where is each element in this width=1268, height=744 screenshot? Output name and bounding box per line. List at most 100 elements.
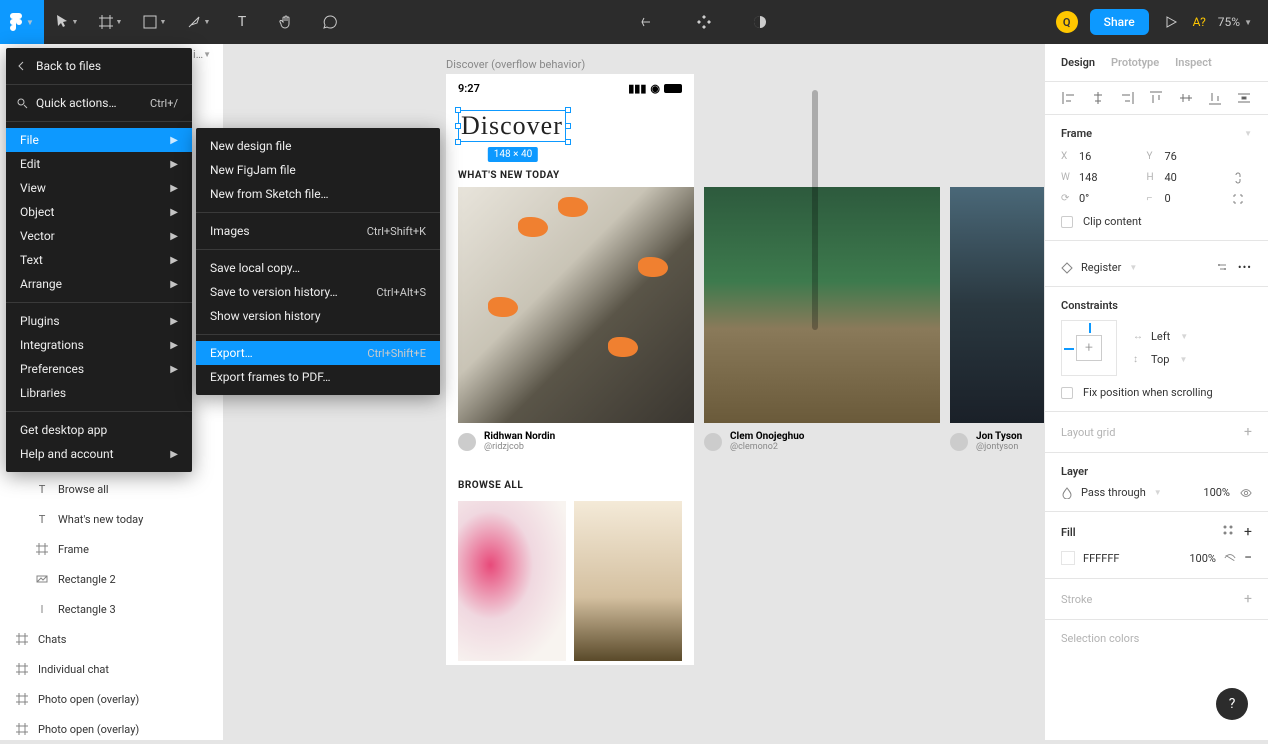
constraints-widget[interactable]: + (1061, 320, 1117, 376)
align-right-icon[interactable] (1119, 90, 1135, 106)
y-input[interactable]: Y76 (1147, 150, 1221, 163)
add-icon[interactable]: + (1244, 424, 1252, 440)
menu-help[interactable]: Help and account▶ (6, 442, 192, 466)
radius-input[interactable]: ⌐0 (1147, 192, 1221, 205)
menu-view[interactable]: View▶ (6, 176, 192, 200)
x-input[interactable]: X16 (1061, 150, 1135, 163)
grid-image[interactable] (574, 501, 682, 661)
card-2[interactable]: Clem Onojeghuo @clemono2 (704, 187, 940, 452)
menu-desktop-app[interactable]: Get desktop app (6, 418, 192, 442)
menu-vector[interactable]: Vector▶ (6, 224, 192, 248)
artboard-discover[interactable]: 9:27 ▮▮▮ ◉ Discover 148 × 40 WHAT'S NEW … (446, 74, 694, 665)
align-bottom-icon[interactable] (1207, 90, 1223, 106)
tab-prototype[interactable]: Prototype (1111, 56, 1159, 69)
eye-icon[interactable] (1240, 487, 1252, 499)
menu-libraries[interactable]: Libraries (6, 381, 192, 405)
layer-individual-chat[interactable]: Individual chat (0, 654, 223, 684)
a-badge[interactable]: A? (1193, 15, 1206, 29)
card-1[interactable]: Ridhwan Nordin @ridzjcob (458, 187, 694, 452)
remove-icon[interactable]: − (1244, 550, 1252, 566)
blend-mode-select[interactable]: Pass through ▼ (1061, 486, 1162, 499)
distribute-icon[interactable] (1236, 90, 1252, 106)
selection-handle[interactable] (455, 139, 461, 145)
layout-grid-title[interactable]: Layout grid (1061, 426, 1115, 439)
undo-icon[interactable] (626, 0, 670, 44)
rotation-input[interactable]: ⟳0° (1061, 192, 1135, 205)
help-button[interactable]: ? (1216, 688, 1248, 720)
layer-whats-new[interactable]: TWhat's new today (0, 504, 223, 534)
selection-handle[interactable] (565, 123, 571, 129)
move-tool[interactable]: ▼ (44, 0, 88, 44)
menu-quick-actions[interactable]: Quick actions…Ctrl+/ (6, 91, 192, 115)
layer-chats[interactable]: Chats (0, 624, 223, 654)
figma-menu-button[interactable]: ▼ (0, 0, 44, 44)
tab-design[interactable]: Design (1061, 56, 1095, 69)
layer-rect2[interactable]: Rectangle 2 (0, 564, 223, 594)
align-left-icon[interactable] (1061, 90, 1077, 106)
pen-tool[interactable]: ▼ (176, 0, 220, 44)
selection-handle[interactable] (455, 107, 461, 113)
menu-integrations[interactable]: Integrations▶ (6, 333, 192, 357)
shape-tool[interactable]: ▼ (132, 0, 176, 44)
align-vcenter-icon[interactable] (1178, 90, 1194, 106)
menu-edit[interactable]: Edit▶ (6, 152, 192, 176)
fill-hex[interactable]: FFFFFF (1083, 552, 1119, 565)
v-constraint-select[interactable]: ↕Top ▼ (1133, 353, 1188, 366)
comment-tool[interactable] (308, 0, 352, 44)
menu-save-history[interactable]: Save to version history…Ctrl+Alt+S (196, 280, 440, 304)
menu-export-pdf[interactable]: Export frames to PDF… (196, 365, 440, 389)
menu-file[interactable]: File▶ (6, 128, 192, 152)
menu-object[interactable]: Object▶ (6, 200, 192, 224)
selection-handle[interactable] (565, 139, 571, 145)
menu-plugins[interactable]: Plugins▶ (6, 309, 192, 333)
menu-images[interactable]: ImagesCtrl+Shift+K (196, 219, 440, 243)
corners-icon[interactable] (1232, 193, 1244, 205)
menu-arrange[interactable]: Arrange▶ (6, 272, 192, 296)
tab-inspect[interactable]: Inspect (1175, 56, 1212, 69)
selection-handle[interactable] (455, 123, 461, 129)
fill-swatch[interactable] (1061, 551, 1075, 565)
w-input[interactable]: W148 (1061, 171, 1135, 184)
menu-back-to-files[interactable]: Back to files (6, 54, 192, 78)
link-icon[interactable] (1232, 172, 1244, 184)
menu-new-sketch[interactable]: New from Sketch file… (196, 182, 440, 206)
layer-rect3[interactable]: Rectangle 3 (0, 594, 223, 624)
menu-text[interactable]: Text▶ (6, 248, 192, 272)
menu-save-local[interactable]: Save local copy… (196, 256, 440, 280)
selection-handle[interactable] (565, 107, 571, 113)
menu-new-design[interactable]: New design file (196, 134, 440, 158)
present-button[interactable] (1161, 0, 1181, 44)
h-constraint-select[interactable]: ↔Left ▼ (1133, 330, 1188, 343)
components-icon[interactable] (682, 0, 726, 44)
stroke-title[interactable]: Stroke (1061, 593, 1092, 606)
add-icon[interactable]: + (1244, 591, 1252, 607)
mask-icon[interactable] (738, 0, 782, 44)
frame-tool[interactable]: ▼ (88, 0, 132, 44)
menu-export[interactable]: Export…Ctrl+Shift+E (196, 341, 440, 365)
frame-section-title[interactable]: Frame ▼ (1061, 127, 1252, 140)
frame-label[interactable]: Discover (overflow behavior) (446, 58, 585, 71)
scroll-indicator[interactable] (812, 90, 818, 330)
hand-tool[interactable] (264, 0, 308, 44)
user-avatar[interactable]: Q (1056, 11, 1078, 33)
layer-photo-open-1[interactable]: Photo open (overlay) (0, 684, 223, 714)
menu-preferences[interactable]: Preferences▶ (6, 357, 192, 381)
zoom-dropdown[interactable]: 75%▼ (1218, 15, 1252, 29)
share-button[interactable]: Share (1090, 9, 1149, 35)
menu-new-figjam[interactable]: New FigJam file (196, 158, 440, 182)
clip-content-check[interactable]: Clip content (1061, 215, 1252, 228)
layer-browse-all[interactable]: TBrowse all (0, 474, 223, 504)
more-icon[interactable]: ••• (1238, 261, 1252, 274)
menu-show-history[interactable]: Show version history (196, 304, 440, 328)
styles-icon[interactable] (1222, 524, 1234, 536)
h-input[interactable]: H40 (1147, 171, 1221, 184)
eye-hidden-icon[interactable] (1224, 552, 1236, 564)
selected-discover-text[interactable]: Discover 148 × 40 (458, 110, 568, 142)
settings-icon[interactable] (1216, 261, 1228, 273)
align-top-icon[interactable] (1148, 90, 1164, 106)
layer-frame[interactable]: Frame (0, 534, 223, 564)
grid-image[interactable] (458, 501, 566, 661)
fill-opacity[interactable]: 100% (1189, 552, 1216, 565)
text-tool[interactable]: T (220, 0, 264, 44)
align-hcenter-icon[interactable] (1090, 90, 1106, 106)
